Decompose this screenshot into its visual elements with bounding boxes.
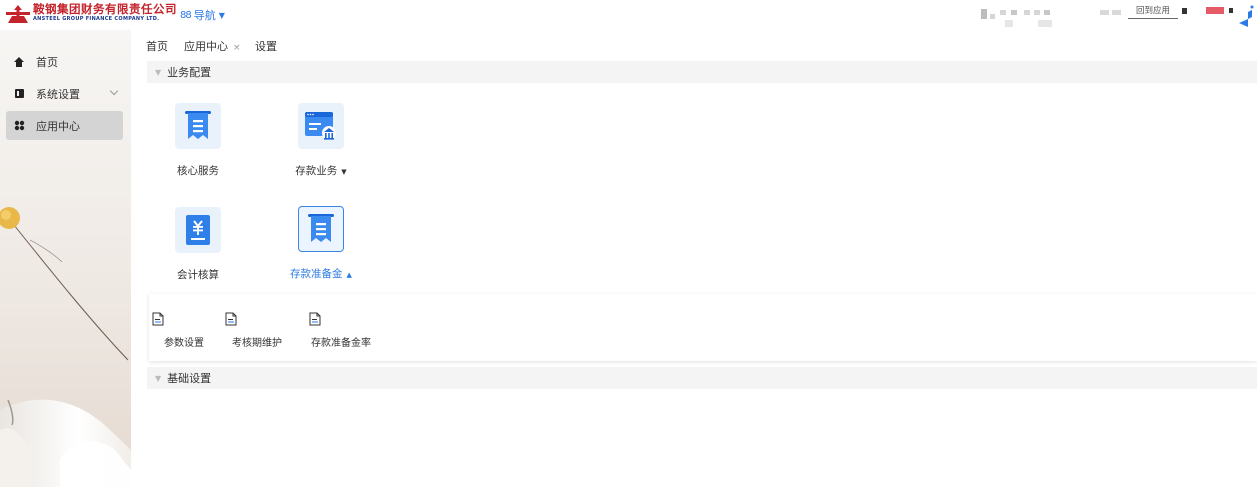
app-card-label: 存款准备金 ▲: [281, 266, 361, 281]
tab-label: 应用中心: [184, 40, 228, 53]
sidebar-item-label: 应用中心: [36, 119, 80, 133]
blurred-user-info: [1000, 10, 1006, 15]
caret-up-icon: ▲: [346, 271, 352, 279]
nav-menu-button[interactable]: 88 导航 ▼: [180, 7, 225, 23]
caret-down-icon: ▼: [341, 168, 347, 176]
company-logo: [6, 5, 30, 23]
document-icon: [152, 312, 164, 326]
submenu-item-reserve-rate[interactable]: 存款准备金率: [309, 312, 373, 349]
receipt-icon: [175, 103, 221, 149]
deposit-reserve-submenu: 参数设置 考核期维护 存款准备金率: [149, 294, 1257, 361]
document-icon: [225, 312, 237, 326]
blurred-user-info: [1112, 10, 1121, 15]
app-card-label-text: 存款准备金: [290, 268, 343, 280]
tab-home[interactable]: 首页: [146, 38, 168, 54]
submenu-item-label: 考核期维护: [232, 338, 282, 349]
app-grid-icon: [12, 120, 26, 131]
blurred-user-info: [1229, 8, 1233, 13]
close-icon[interactable]: ×: [233, 43, 241, 53]
blurred-user-info: [1100, 10, 1109, 15]
top-header: 鞍钢集团财务有限责任公司 ANSTEEL GROUP FINANCE COMPA…: [0, 0, 1257, 30]
app-card-label-text: 存款业务: [295, 165, 338, 177]
tab-bar-fade: [947, 30, 1027, 50]
blurred-user-info: [1005, 20, 1013, 27]
section-title: 业务配置: [167, 66, 212, 79]
app-card-label: 会计核算: [177, 269, 219, 281]
back-to-app-button[interactable]: 回到应用: [1128, 5, 1178, 19]
tab-bar: 首页 应用中心 × 设置: [137, 30, 1257, 58]
app-card-label: 核心服务: [177, 165, 219, 177]
blurred-user-info: [1038, 20, 1052, 27]
settings-book-icon: [12, 88, 26, 99]
user-avatar-icon[interactable]: [1236, 2, 1256, 28]
sidebar: 首页 系统设置 应用中心: [0, 30, 131, 487]
blurred-user-info: [1034, 10, 1040, 15]
company-name: 鞍钢集团财务有限责任公司 ANSTEEL GROUP FINANCE COMPA…: [33, 2, 177, 23]
yuan-ledger-icon: [175, 207, 221, 253]
nav-menu-label: 导航: [193, 9, 216, 22]
caret-down-icon: ▼: [218, 10, 225, 20]
tab-label: 首页: [146, 40, 168, 53]
blurred-user-info: [1206, 7, 1224, 14]
company-name-en: ANSTEEL GROUP FINANCE COMPANY LTD.: [33, 16, 160, 22]
tab-settings[interactable]: 设置: [255, 38, 277, 54]
blurred-user-info: [1044, 10, 1050, 15]
blurred-user-info: [981, 9, 987, 19]
sidebar-item-app-center[interactable]: 应用中心: [6, 111, 123, 140]
blurred-user-info: [990, 14, 995, 19]
submenu-item-parameter-settings[interactable]: 参数设置: [152, 312, 216, 349]
blurred-user-info: [1011, 10, 1017, 15]
company-name-cn: 鞍钢集团财务有限责任公司: [33, 2, 177, 16]
collapse-triangle-icon: ▼: [155, 373, 162, 383]
tab-app-center[interactable]: 应用中心 ×: [184, 38, 241, 54]
submenu-item-assessment-period[interactable]: 考核期维护: [225, 312, 289, 349]
receipt-icon: [298, 206, 344, 252]
home-icon: [12, 56, 26, 68]
blurred-user-info: [1024, 10, 1030, 15]
submenu-item-label: 参数设置: [164, 338, 204, 349]
bank-deposit-icon: [298, 103, 344, 149]
sidebar-item-system-settings[interactable]: 系统设置: [6, 80, 123, 107]
sidebar-item-home[interactable]: 首页: [6, 48, 123, 75]
section-title: 基础设置: [167, 372, 212, 385]
app-card-label: 存款业务 ▼: [281, 163, 361, 178]
sidebar-item-label: 系统设置: [36, 87, 80, 101]
section-header-business[interactable]: ▼ 业务配置: [147, 61, 1257, 83]
chevron-down-icon: [109, 86, 119, 96]
sidebar-item-label: 首页: [36, 55, 58, 69]
grid-icon: 88: [180, 9, 192, 21]
submenu-item-label: 存款准备金率: [311, 338, 371, 349]
collapse-triangle-icon: ▼: [155, 67, 162, 77]
blurred-user-info: [1182, 8, 1187, 14]
document-icon: [309, 312, 321, 326]
main-content: 首页 应用中心 × 设置 ▼ 业务配置 核心服务 存款业务 ▼ 会计核算 存款准…: [137, 30, 1257, 487]
tab-label: 设置: [255, 40, 277, 53]
section-header-basic[interactable]: ▼ 基础设置: [147, 367, 1257, 389]
